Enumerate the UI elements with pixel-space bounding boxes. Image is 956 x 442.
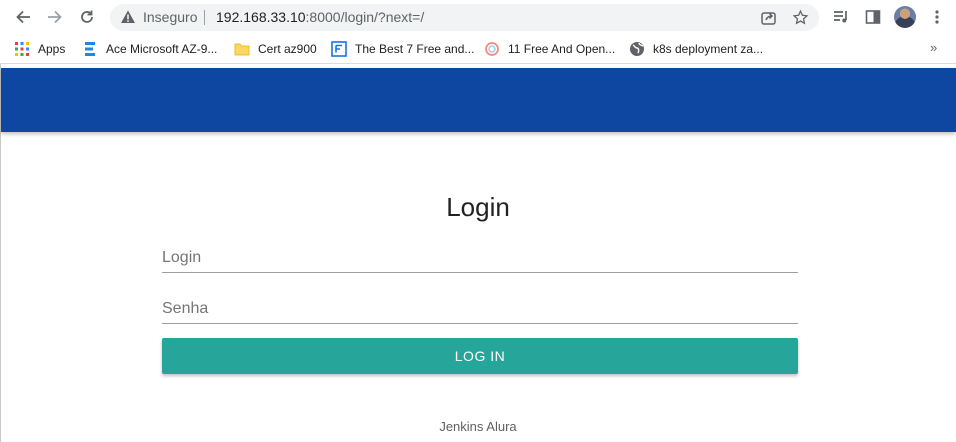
bookmark-11-free[interactable]: 11 Free And Open... — [484, 40, 615, 58]
warning-icon[interactable] — [120, 9, 136, 25]
globe-icon — [629, 41, 645, 57]
back-icon[interactable] — [12, 6, 34, 28]
share-icon[interactable] — [760, 9, 777, 26]
bookmark-label: 11 Free And Open... — [508, 42, 616, 56]
url-text[interactable]: 192.168.33.10:8000/login/?next=/ — [216, 9, 424, 25]
url-host: 192.168.33.10 — [216, 9, 306, 25]
omnibox-divider — [204, 10, 205, 25]
forward-icon[interactable] — [44, 6, 66, 28]
bookmark-best-7-free[interactable]: The Best 7 Free and... — [331, 40, 474, 58]
star-icon[interactable] — [792, 9, 809, 26]
page-header-bar — [1, 68, 956, 132]
bookmark-k8s-deployment[interactable]: k8s deployment za... — [629, 40, 763, 58]
bookmark-label: Cert az900 — [258, 42, 317, 56]
bookmarks-overflow-icon[interactable]: » — [930, 40, 937, 55]
security-label[interactable]: Inseguro — [143, 9, 197, 25]
media-controls-icon[interactable] — [830, 6, 852, 28]
login-input[interactable] — [162, 243, 798, 273]
side-panel-icon[interactable] — [862, 6, 884, 28]
site-icon — [331, 41, 347, 57]
bookmark-label: Ace Microsoft AZ-9... — [106, 42, 218, 56]
bookmarks-bar: Apps Ace Microsoft AZ-9... Cert az900 Th… — [0, 34, 956, 64]
page-title: Login — [446, 192, 510, 222]
login-button[interactable]: LOG IN — [162, 338, 798, 374]
bars-icon — [82, 41, 98, 57]
bookmark-apps[interactable]: Apps — [14, 40, 65, 58]
footer-text: Jenkins Alura — [439, 419, 517, 434]
reload-icon[interactable] — [76, 6, 98, 28]
address-bar[interactable]: Inseguro 192.168.33.10:8000/login/?next=… — [110, 4, 819, 31]
swirl-icon — [484, 41, 500, 57]
password-input[interactable] — [162, 294, 798, 324]
bookmark-label: k8s deployment za... — [653, 42, 764, 56]
profile-avatar[interactable] — [894, 6, 916, 28]
apps-grid-icon — [14, 41, 30, 57]
url-path: :8000/login/?next=/ — [305, 9, 425, 25]
bookmark-cert-az900[interactable]: Cert az900 — [234, 40, 317, 58]
bookmark-label: The Best 7 Free and... — [355, 42, 475, 56]
browser-toolbar: Inseguro 192.168.33.10:8000/login/?next=… — [0, 0, 956, 34]
bookmark-label: Apps — [38, 42, 66, 56]
bookmark-ace-microsoft[interactable]: Ace Microsoft AZ-9... — [82, 40, 217, 58]
folder-icon — [234, 41, 250, 57]
kebab-menu-icon[interactable] — [926, 6, 948, 28]
